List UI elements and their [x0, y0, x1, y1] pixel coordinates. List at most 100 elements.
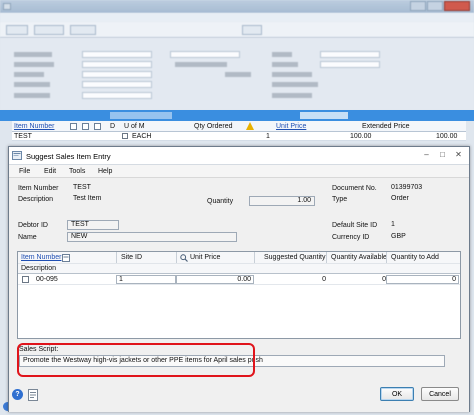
bg-bar-field[interactable] — [300, 112, 348, 119]
table-row[interactable]: 00-095 1 0.00 0 0 0 — [18, 274, 460, 285]
document-no-value: 01399703 — [391, 184, 423, 191]
maximize-icon[interactable] — [427, 1, 443, 11]
description-value: Test Item — [73, 195, 102, 202]
bg-col-item-number[interactable]: Item Number — [14, 123, 54, 130]
menu-file[interactable]: File — [19, 168, 30, 175]
col-separator — [326, 252, 327, 263]
search-icon[interactable] — [180, 254, 188, 262]
bg-label — [272, 72, 312, 77]
bg-field[interactable] — [320, 61, 380, 68]
dialog-header-fields: Item Number TEST Description Test Item Q… — [9, 178, 469, 253]
bg-field[interactable] — [82, 71, 152, 78]
debtor-id-label: Debtor ID — [18, 222, 48, 229]
help-icon[interactable]: ? — [12, 389, 23, 400]
bg-label — [14, 62, 54, 67]
menu-help[interactable]: Help — [98, 168, 112, 175]
row-suggested-quantity: 0 — [322, 276, 326, 283]
window-app-icon — [12, 151, 22, 160]
grid-header-row-2: Description — [18, 263, 460, 274]
background-window-controls — [410, 1, 470, 11]
lookup-icon[interactable] — [70, 123, 77, 130]
bg-col-u-of-m: U of M — [124, 123, 145, 130]
bg-field[interactable] — [82, 92, 152, 99]
bg-col-qty-ordered: Qty Ordered — [194, 123, 233, 130]
col-quantity-available: Quantity Available — [331, 254, 387, 261]
dialog-footer: ? OK Cancel — [9, 383, 469, 412]
dialog-title: Suggest Sales Item Entry — [26, 152, 111, 161]
sales-script-highlight-annotation — [17, 343, 255, 377]
row-quantity-available: 0 — [382, 276, 386, 283]
row-select-checkbox[interactable] — [22, 276, 29, 283]
quantity-value: 1.00 — [249, 196, 315, 206]
col-quantity-to-add: Quantity to Add — [391, 254, 439, 261]
col-separator — [176, 252, 177, 263]
bg-label — [272, 62, 298, 67]
bg-field[interactable] — [82, 51, 152, 58]
col-item-number[interactable]: Item Number — [21, 254, 61, 261]
row-unit-price[interactable]: 0.00 — [176, 275, 254, 284]
lookup-icon[interactable] — [62, 254, 70, 262]
description-label: Description — [18, 196, 54, 203]
background-toolbar — [0, 22, 474, 38]
ok-button[interactable]: OK — [380, 387, 414, 401]
col-separator — [254, 252, 255, 263]
bg-row-checkbox[interactable] — [122, 133, 128, 139]
default-site-id-label: Default Site ID — [332, 222, 378, 229]
name-value: NEW — [67, 232, 237, 242]
bg-label — [272, 82, 318, 87]
bg-field[interactable] — [320, 51, 380, 58]
close-icon[interactable]: ✕ — [454, 150, 463, 159]
row-quantity-to-add[interactable]: 0 — [386, 275, 459, 284]
col-separator — [116, 252, 117, 263]
bg-col-d: D — [110, 123, 116, 130]
quantity-label: Quantity — [207, 198, 234, 205]
window-app-icon — [3, 3, 11, 10]
background-grid-row[interactable]: TEST EACH 1 100.00 100.00 — [12, 132, 466, 141]
bg-bar-text — [110, 112, 172, 119]
suggested-items-grid: Item Number Site ID Unit Price Suggested… — [17, 251, 461, 339]
bg-label — [225, 72, 251, 77]
cancel-button[interactable]: Cancel — [421, 387, 459, 401]
close-icon[interactable] — [444, 1, 470, 11]
type-label: Type — [332, 196, 348, 203]
menu-edit[interactable]: Edit — [44, 168, 56, 175]
grid-header: Item Number Site ID Unit Price Suggested… — [18, 252, 460, 274]
background-toolbar-button[interactable] — [70, 24, 96, 35]
item-number-value: TEST — [73, 184, 91, 191]
col-suggested-quantity: Suggested Quantity — [264, 254, 326, 261]
bg-field[interactable] — [82, 81, 152, 88]
maximize-icon[interactable]: □ — [438, 150, 447, 159]
dialog-title-bar: Suggest Sales Item Entry – □ ✕ — [9, 147, 469, 165]
bg-row-qty: 1 — [266, 133, 270, 140]
debtor-id-value: TEST — [67, 220, 119, 230]
default-site-id-value: 1 — [391, 221, 395, 228]
currency-id-label: Currency ID — [332, 234, 370, 241]
detail-icon[interactable] — [94, 123, 101, 130]
background-toolbar-button[interactable] — [6, 24, 28, 35]
minimize-icon[interactable] — [410, 1, 426, 11]
dialog-menu-bar: File Edit Tools Help — [9, 165, 469, 178]
background-toolbar-button[interactable] — [242, 24, 262, 35]
bg-label — [14, 52, 52, 57]
col-description: Description — [21, 265, 57, 272]
item-number-label: Item Number — [18, 185, 59, 192]
suggest-sales-item-dialog: Suggest Sales Item Entry – □ ✕ File Edit… — [8, 146, 470, 412]
minimize-icon[interactable]: – — [422, 150, 431, 159]
col-separator — [386, 252, 387, 263]
bg-field[interactable] — [82, 61, 152, 68]
menu-tools[interactable]: Tools — [69, 168, 85, 175]
bg-label — [272, 52, 292, 57]
bg-row-u-of-m: EACH — [132, 133, 152, 140]
background-header-form — [0, 38, 474, 110]
row-site-id[interactable]: 1 — [116, 275, 176, 284]
bg-label — [175, 62, 227, 67]
search-icon[interactable] — [82, 123, 89, 130]
warning-icon — [246, 122, 254, 130]
notes-icon[interactable] — [27, 389, 39, 401]
bg-label — [272, 93, 312, 98]
bg-label — [14, 72, 44, 77]
type-value: Order — [391, 195, 409, 202]
bg-field[interactable] — [170, 51, 240, 58]
background-toolbar-button[interactable] — [34, 24, 64, 35]
bg-col-unit-price[interactable]: Unit Price — [276, 123, 306, 130]
